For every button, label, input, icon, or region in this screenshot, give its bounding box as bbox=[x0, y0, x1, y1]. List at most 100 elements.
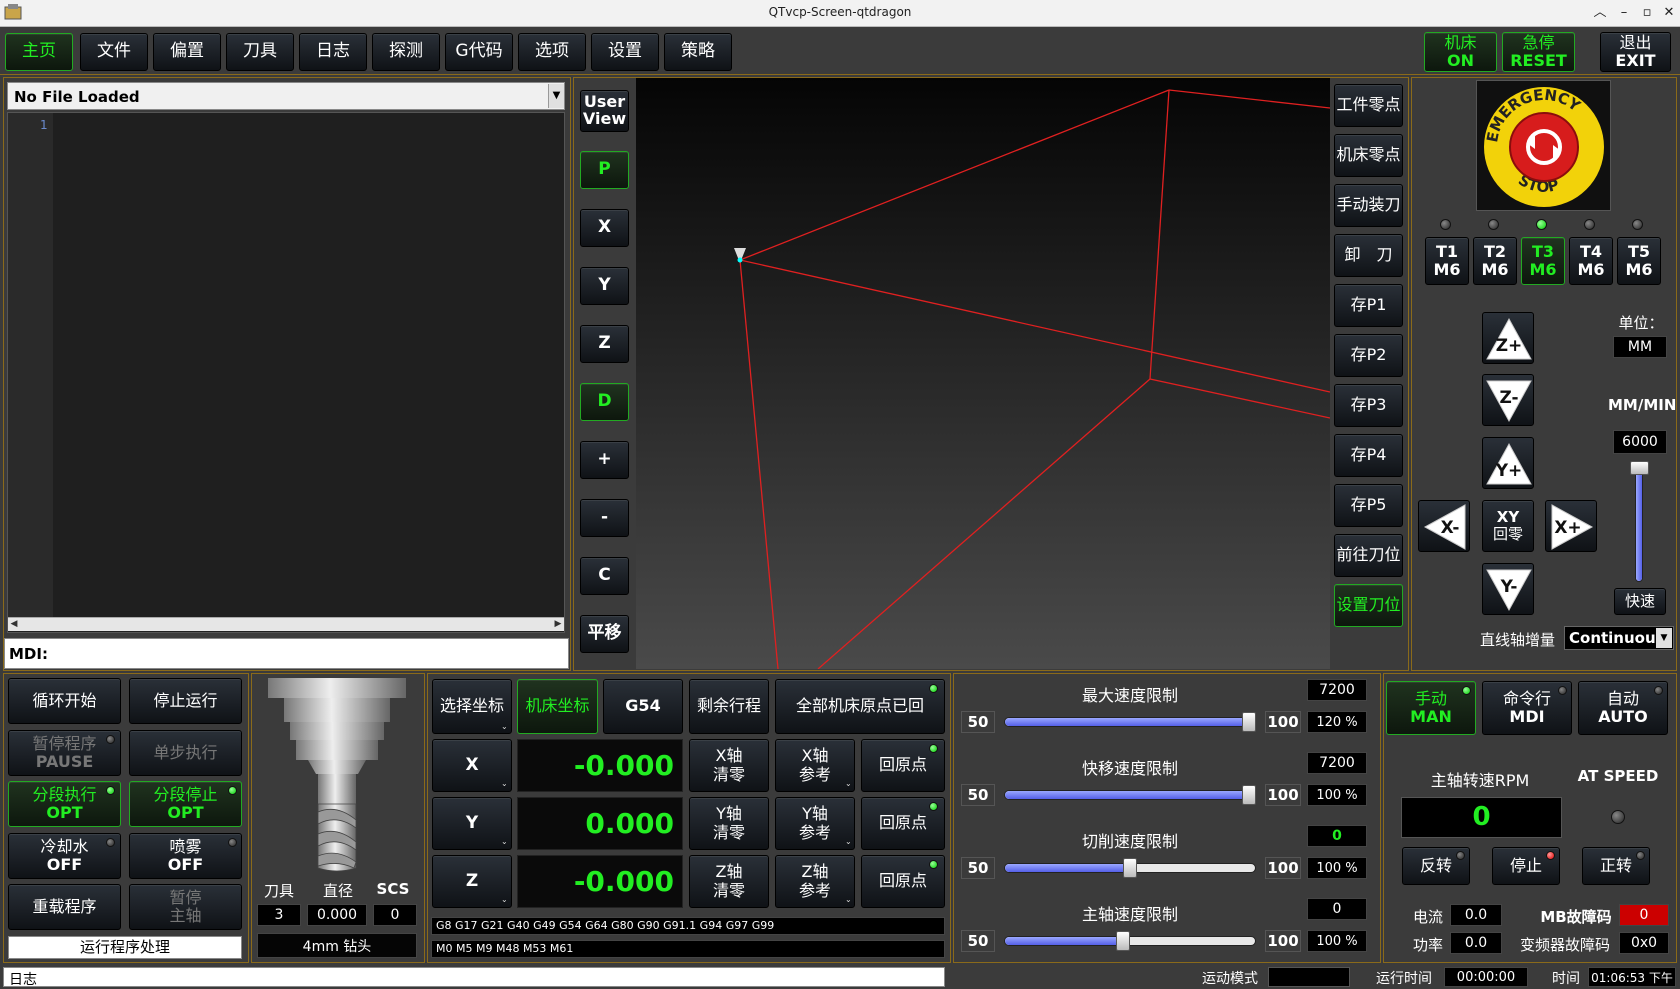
tab-label: 主页 bbox=[22, 41, 56, 62]
jog-z-minus-button[interactable]: Z- bbox=[1482, 374, 1534, 426]
rapid-button[interactable]: 快速 bbox=[1614, 588, 1666, 615]
tool-4-change-button[interactable]: T4 M6 bbox=[1569, 237, 1613, 285]
pause-button[interactable]: 暂停程序 PAUSE bbox=[8, 730, 121, 776]
manual-tool-change-button[interactable]: 手动装刀 bbox=[1334, 184, 1403, 227]
tool-3-change-button[interactable]: T3 M6 bbox=[1521, 237, 1565, 285]
axis-x-reference-button[interactable]: X轴 参考 bbox=[775, 739, 855, 792]
save-p1-button[interactable]: 存P1 bbox=[1334, 284, 1403, 327]
all-homed-button[interactable]: 全部机床原点已回 bbox=[775, 679, 945, 734]
view-plus-button[interactable]: + bbox=[580, 441, 629, 479]
optional-stop-button[interactable]: 分段停止 OPT bbox=[129, 781, 242, 827]
view-pan-button[interactable]: 平移 bbox=[580, 615, 629, 653]
stop-button[interactable]: 停止运行 bbox=[129, 678, 242, 724]
tool-1-change-button[interactable]: T1 M6 bbox=[1425, 237, 1469, 285]
tab-8[interactable]: 设置 bbox=[591, 33, 659, 71]
spindle-override-thumb[interactable] bbox=[1116, 931, 1130, 951]
save-p5-button[interactable]: 存P5 bbox=[1334, 484, 1403, 527]
spindle-override-slider[interactable] bbox=[1004, 936, 1256, 946]
editor-hscrollbar[interactable] bbox=[8, 617, 564, 631]
tab-9[interactable]: 策略 bbox=[664, 33, 732, 71]
estop-reset-button[interactable]: 急停 RESET bbox=[1502, 32, 1575, 72]
log-line[interactable]: 日志 bbox=[3, 967, 945, 988]
optional-exec-button[interactable]: 分段执行 OPT bbox=[8, 781, 121, 827]
maximize-icon[interactable]: ▫ bbox=[1638, 3, 1656, 23]
machine-zero-button[interactable]: 机床零点 bbox=[1334, 134, 1403, 177]
machine-coordinate-button[interactable]: 机床坐标 bbox=[517, 679, 598, 734]
close-icon[interactable]: ✕ bbox=[1660, 3, 1678, 23]
goto-tool-position-button[interactable]: 前往刀位 bbox=[1334, 534, 1403, 577]
view-d-button[interactable]: D bbox=[580, 383, 629, 421]
xy-home-button[interactable]: XY 回零 bbox=[1482, 500, 1534, 552]
axis-y-reference-button[interactable]: Y轴 参考 bbox=[775, 797, 855, 850]
save-p3-button[interactable]: 存P3 bbox=[1334, 384, 1403, 427]
scroll-left-icon[interactable]: ◀ bbox=[8, 617, 20, 631]
work-zero-button[interactable]: 工件零点 bbox=[1334, 84, 1403, 127]
gcode-editor[interactable] bbox=[7, 112, 565, 633]
tab-5[interactable]: 探测 bbox=[372, 33, 440, 71]
save-p2-button[interactable]: 存P2 bbox=[1334, 334, 1403, 377]
jog-y-minus-button[interactable]: Y- bbox=[1482, 563, 1534, 615]
g54-button[interactable]: G54 bbox=[603, 679, 683, 734]
toolpath-preview[interactable] bbox=[636, 78, 1331, 670]
minimize-icon[interactable]: – bbox=[1615, 3, 1633, 23]
emergency-stop-button[interactable]: EMERGENCY STOP bbox=[1476, 80, 1611, 211]
reload-program-button[interactable]: 重载程序 bbox=[8, 884, 121, 930]
mdi-input[interactable]: MDI: bbox=[4, 638, 569, 669]
tool-2-change-button[interactable]: T2 M6 bbox=[1473, 237, 1517, 285]
axis-z-select-button[interactable]: Z bbox=[432, 855, 512, 908]
scroll-right-icon[interactable]: ▶ bbox=[552, 617, 564, 631]
view-x-button[interactable]: X bbox=[580, 209, 629, 247]
view-minus-button[interactable]: - bbox=[580, 499, 629, 537]
rapid-override-slider[interactable] bbox=[1004, 790, 1256, 800]
view-c-button[interactable]: C bbox=[580, 557, 629, 595]
jog-z-plus-button[interactable]: Z+ bbox=[1482, 312, 1534, 364]
unload-tool-button[interactable]: 卸 刀 bbox=[1334, 234, 1403, 277]
mist-led bbox=[228, 838, 237, 847]
axis-x-select-button[interactable]: X bbox=[432, 739, 512, 792]
dropdown-indicator-icon: ⌄ bbox=[501, 779, 508, 788]
rapid-override-thumb[interactable] bbox=[1242, 785, 1256, 805]
axis-y-select-button[interactable]: Y bbox=[432, 797, 512, 850]
chevron-up-icon[interactable]: ︿ bbox=[1591, 3, 1609, 23]
tab-1[interactable]: 文件 bbox=[80, 33, 148, 71]
distance-to-go-button[interactable]: 剩余行程 bbox=[689, 679, 769, 734]
select-coordinate-button[interactable]: 选择坐标 bbox=[432, 679, 512, 734]
tab-2[interactable]: 偏置 bbox=[153, 33, 221, 71]
view-user-view-button[interactable]: User View bbox=[580, 90, 629, 132]
feed-override-thumb[interactable] bbox=[1123, 858, 1137, 878]
axis-y-zero-button[interactable]: Y轴 清零 bbox=[689, 797, 769, 850]
axis-z-zero-button[interactable]: Z轴 清零 bbox=[689, 855, 769, 908]
manual-tool-change-label: 手动装刀 bbox=[1336, 195, 1401, 215]
exit-button[interactable]: 退出 EXIT bbox=[1600, 32, 1671, 72]
tab-3[interactable]: 刀具 bbox=[226, 33, 294, 71]
optional-exec-state: OPT bbox=[46, 803, 83, 822]
cycle-start-button[interactable]: 循环开始 bbox=[8, 678, 121, 724]
file-dropdown-icon[interactable]: ▼ bbox=[548, 84, 564, 108]
view-p-button[interactable]: P bbox=[580, 151, 629, 189]
axis-x-zero-button[interactable]: X轴 清零 bbox=[689, 739, 769, 792]
max-velocity-override-slider[interactable] bbox=[1004, 717, 1256, 727]
coolant-button[interactable]: 冷却水 OFF bbox=[8, 833, 121, 879]
single-step-button[interactable]: 单步执行 bbox=[129, 730, 242, 776]
max-velocity-override-thumb[interactable] bbox=[1242, 712, 1256, 732]
set-tool-position-button[interactable]: 设置刀位 bbox=[1334, 584, 1403, 627]
tab-0[interactable]: 主页 bbox=[5, 33, 73, 71]
save-p4-button[interactable]: 存P4 bbox=[1334, 434, 1403, 477]
axis-z-reference-button[interactable]: Z轴 参考 bbox=[775, 855, 855, 908]
tab-7[interactable]: 选项 bbox=[518, 33, 586, 71]
view-z-button[interactable]: Z bbox=[580, 325, 629, 363]
jog-x-minus-button[interactable]: X- bbox=[1418, 500, 1470, 552]
tab-6[interactable]: G代码 bbox=[445, 33, 513, 71]
tab-4[interactable]: 日志 bbox=[299, 33, 367, 71]
jog-rate-slider[interactable] bbox=[1635, 466, 1643, 582]
file-selector[interactable]: No File Loaded bbox=[7, 82, 565, 110]
jog-y-plus-button[interactable]: Y+ bbox=[1482, 437, 1534, 489]
increment-dropdown-icon[interactable]: ▼ bbox=[1656, 628, 1672, 648]
tool-5-change-button[interactable]: T5 M6 bbox=[1617, 237, 1661, 285]
jog-rate-slider-thumb[interactable] bbox=[1630, 461, 1649, 475]
view-y-button[interactable]: Y bbox=[580, 267, 629, 305]
mist-button[interactable]: 喷雾 OFF bbox=[129, 833, 242, 879]
spindle-pause-button[interactable]: 暂停 主轴 bbox=[129, 884, 242, 930]
jog-x-plus-button[interactable]: X+ bbox=[1545, 500, 1597, 552]
machine-on-button[interactable]: 机床 ON bbox=[1424, 32, 1497, 72]
